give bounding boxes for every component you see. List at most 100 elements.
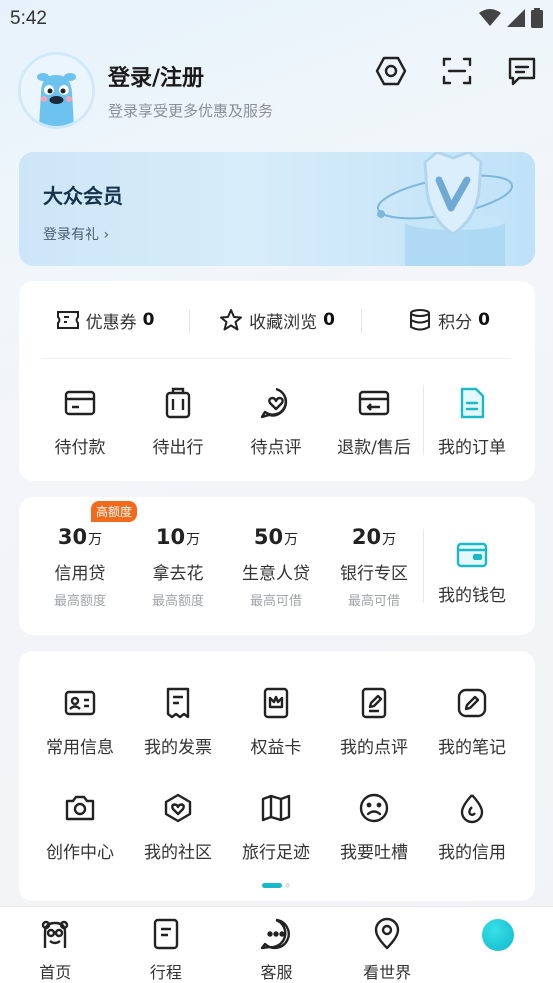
- my-wallet[interactable]: 我的钱包: [423, 537, 521, 609]
- tool-label: 我的点评: [340, 738, 408, 758]
- tool-label: 我的社区: [144, 843, 212, 863]
- login-register-title[interactable]: 登录/注册: [108, 60, 204, 92]
- tab-me[interactable]: [442, 907, 553, 983]
- finance-name: 拿去花: [152, 564, 204, 584]
- tool-label: 常用信息: [46, 738, 114, 758]
- finance-business-loan[interactable]: 50万 生意人贷 最高可借: [227, 497, 325, 609]
- orders-row: 待付款 待出行 待点评 退款/售后 我的订单: [19, 385, 535, 458]
- tools-row-2: 创作中心 我的社区 旅行足迹 我要吐槽 我的信用: [19, 790, 535, 863]
- wifi-icon: [479, 9, 501, 26]
- star-icon: [220, 309, 243, 331]
- sad-face-icon: [356, 790, 392, 826]
- status-icons: [479, 8, 543, 28]
- finance-credit-loan[interactable]: 高额度 30万 信用贷 最高额度: [31, 497, 138, 609]
- drop-icon: [454, 790, 490, 826]
- my-orders[interactable]: 我的订单: [423, 385, 521, 458]
- tool-benefit-card[interactable]: 权益卡: [227, 685, 325, 758]
- tab-itinerary[interactable]: 行程: [111, 907, 222, 983]
- crown-card-icon: [258, 685, 294, 721]
- tool-complain[interactable]: 我要吐槽: [325, 790, 423, 863]
- order-label: 退款/售后: [337, 438, 411, 458]
- vip-shield-icon: [376, 152, 514, 266]
- finance-naquhua[interactable]: 10万 拿去花 最高额度: [129, 497, 227, 609]
- finance-card: 高额度 30万 信用贷 最高额度 10万 拿去花 最高额度 50万 生意人贷 最…: [19, 497, 535, 635]
- tool-my-community[interactable]: 我的社区: [129, 790, 227, 863]
- order-label: 待付款: [54, 438, 106, 458]
- stat-favorites[interactable]: 收藏浏览 0: [191, 299, 363, 341]
- status-time: 5:42: [10, 8, 47, 29]
- camera-icon: [62, 790, 98, 826]
- pen-icon: [454, 685, 490, 721]
- vip-title: 大众会员: [43, 184, 123, 208]
- tool-label: 权益卡: [250, 738, 302, 758]
- tool-common-info[interactable]: 常用信息: [31, 685, 129, 758]
- avatar[interactable]: [18, 52, 95, 129]
- stat-label: 收藏浏览: [249, 312, 318, 333]
- stat-value: 0: [478, 310, 490, 330]
- tool-my-credit[interactable]: 我的信用: [423, 790, 521, 863]
- finance-amount: 50万: [253, 525, 299, 549]
- community-heart-icon: [160, 790, 196, 826]
- tool-label: 我要吐槽: [340, 843, 408, 863]
- vip-member-card[interactable]: 大众会员 登录有礼 ›: [19, 152, 535, 266]
- row-separator: [423, 529, 424, 603]
- bottom-tab-bar: 首页 行程 客服 看世界: [0, 906, 553, 983]
- finance-amount: 30万: [57, 525, 103, 549]
- tab-home[interactable]: 首页: [0, 907, 111, 983]
- ball-icon: [480, 917, 516, 953]
- id-card-icon: [62, 685, 98, 721]
- tool-label: 创作中心: [46, 843, 114, 863]
- finance-note: 最高可借: [249, 594, 302, 609]
- refund-icon: [356, 385, 392, 421]
- order-pending-trip[interactable]: 待出行: [129, 385, 227, 458]
- finance-name: 银行专区: [340, 564, 408, 584]
- order-pending-review[interactable]: 待点评: [227, 385, 325, 458]
- coins-icon: [410, 309, 431, 331]
- finance-name: 生意人贷: [242, 564, 310, 584]
- tool-travel-footprint[interactable]: 旅行足迹: [227, 790, 325, 863]
- finance-note: 最高额度: [53, 594, 106, 609]
- wallet-icon: [454, 537, 490, 573]
- vip-login-gift-link[interactable]: 登录有礼 ›: [43, 224, 109, 244]
- stat-label: 积分: [438, 312, 473, 333]
- tab-see-world[interactable]: 看世界: [332, 907, 443, 983]
- tool-label: 旅行足迹: [242, 843, 310, 863]
- finance-bank-zone[interactable]: 20万 银行专区 最高可借: [325, 497, 423, 609]
- stat-value: 0: [142, 310, 155, 330]
- finance-amount: 10万: [155, 525, 201, 549]
- divider: [41, 358, 511, 359]
- orders-card: 优惠券 0 收藏浏览 0 积分 0 待付款 待出行 待点评 退款/售后 我的订单: [19, 281, 535, 481]
- order-pending-payment[interactable]: 待付款: [31, 385, 129, 458]
- stats-row: 优惠券 0 收藏浏览 0 积分 0: [19, 299, 535, 341]
- tool-my-reviews[interactable]: 我的点评: [325, 685, 423, 758]
- home-mascot-icon: [37, 917, 73, 951]
- stat-label: 优惠券: [85, 312, 137, 333]
- tools-row-1: 常用信息 我的发票 权益卡 我的点评 我的笔记: [19, 685, 535, 758]
- card-icon: [62, 385, 98, 421]
- invoice-icon: [160, 685, 196, 721]
- tool-invoice[interactable]: 我的发票: [129, 685, 227, 758]
- stat-points[interactable]: 积分 0: [363, 299, 535, 341]
- tool-creator-center[interactable]: 创作中心: [31, 790, 129, 863]
- message-icon[interactable]: [505, 54, 539, 88]
- tool-label: 我的信用: [438, 843, 506, 863]
- order-label: 待出行: [152, 438, 204, 458]
- itinerary-icon: [148, 917, 184, 951]
- tab-customer-service[interactable]: 客服: [221, 907, 332, 983]
- tool-my-notes[interactable]: 我的笔记: [423, 685, 521, 758]
- coupon-icon: [56, 311, 79, 329]
- edit-note-icon: [356, 685, 392, 721]
- scan-icon[interactable]: [440, 54, 474, 88]
- finance-note: 最高额度: [151, 594, 204, 609]
- settings-hex-icon[interactable]: [374, 54, 408, 88]
- order-label: 我的订单: [438, 438, 506, 458]
- map-icon: [258, 790, 294, 826]
- finance-amount: 20万: [351, 525, 397, 549]
- profile-header: 登录/注册 登录享受更多优惠及服务: [0, 40, 553, 140]
- mascot-avatar-icon: [21, 55, 92, 126]
- order-refund[interactable]: 退款/售后: [325, 385, 423, 458]
- page-dot: [285, 883, 290, 888]
- login-subtitle: 登录享受更多优惠及服务: [108, 102, 274, 120]
- page-dot-active: [262, 883, 282, 888]
- stat-coupon[interactable]: 优惠券 0: [19, 299, 191, 341]
